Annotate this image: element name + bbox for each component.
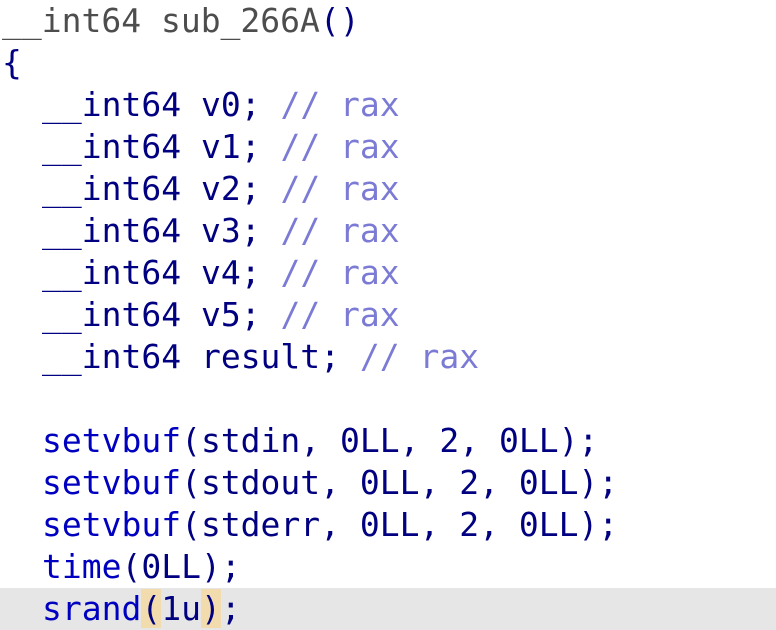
decl-comment: // rax [280, 169, 400, 208]
matched-close-paren: ) [200, 589, 221, 628]
declaration-line[interactable]: __int64 v5; // rax [0, 294, 776, 336]
call-function-name[interactable]: setvbuf [42, 463, 181, 502]
decl-comment: // rax [280, 253, 400, 292]
declaration-line[interactable]: __int64 v4; // rax [0, 252, 776, 294]
declaration-line[interactable]: __int64 v3; // rax [0, 210, 776, 252]
statement-line[interactable]: setvbuf(stdout, 0LL, 2, 0LL); [0, 462, 776, 504]
decl-semicolon: ; [320, 337, 341, 376]
decl-var-name[interactable]: v4 [201, 253, 241, 292]
decl-var-name[interactable]: v3 [201, 211, 241, 250]
statement-line[interactable]: setvbuf(stderr, 0LL, 2, 0LL); [0, 504, 776, 546]
decl-semicolon: ; [240, 169, 261, 208]
decl-comment: // rax [280, 85, 400, 124]
call-arguments[interactable]: (stdin, 0LL, 2, 0LL); [181, 421, 598, 460]
statement-semicolon: ; [220, 589, 241, 628]
current-line[interactable]: srand(1u); [0, 588, 776, 630]
return-type[interactable]: __int64 [2, 1, 141, 40]
decl-semicolon: ; [240, 85, 261, 124]
function-name[interactable]: sub_266A [161, 1, 320, 40]
decl-var-name[interactable]: v0 [201, 85, 241, 124]
decl-type[interactable]: __int64 [42, 85, 181, 124]
decl-comment: // rax [359, 337, 480, 376]
function-signature-line[interactable]: __int64 sub_266A() [0, 0, 776, 42]
decl-semicolon: ; [240, 253, 261, 292]
call-arguments[interactable]: (stderr, 0LL, 2, 0LL); [181, 505, 618, 544]
call-arguments[interactable]: (0LL); [121, 547, 240, 586]
declaration-line[interactable]: __int64 v2; // rax [0, 168, 776, 210]
call-function-name[interactable]: setvbuf [42, 421, 181, 460]
decl-type[interactable]: __int64 [42, 337, 181, 376]
matched-open-paren: ( [141, 589, 162, 628]
signature-parens: () [319, 1, 360, 40]
decl-comment: // rax [280, 127, 400, 166]
decl-comment: // rax [280, 295, 400, 334]
decl-type[interactable]: __int64 [42, 127, 181, 166]
decl-semicolon: ; [240, 295, 261, 334]
open-brace-line[interactable]: { [0, 42, 776, 84]
decl-var-name[interactable]: v5 [201, 295, 241, 334]
call-argument-value[interactable]: 1u [161, 589, 201, 628]
call-arguments[interactable]: (stdout, 0LL, 2, 0LL); [181, 463, 618, 502]
decl-var-name[interactable]: result [201, 337, 320, 376]
decl-type[interactable]: __int64 [42, 253, 181, 292]
call-function-name[interactable]: time [42, 547, 121, 586]
declaration-line[interactable]: __int64 result; // rax [0, 336, 776, 378]
declaration-line[interactable]: __int64 v0; // rax [0, 84, 776, 126]
decl-var-name[interactable]: v1 [201, 127, 241, 166]
blank-line[interactable] [0, 378, 776, 420]
call-function-name[interactable]: setvbuf [42, 505, 181, 544]
pseudocode-view[interactable]: __int64 sub_266A() { __int64 v0; // rax … [0, 0, 776, 630]
open-brace: { [2, 43, 22, 82]
call-function-name[interactable]: srand [42, 589, 141, 628]
decl-semicolon: ; [240, 127, 261, 166]
declaration-line[interactable]: __int64 v1; // rax [0, 126, 776, 168]
statement-line[interactable]: setvbuf(stdin, 0LL, 2, 0LL); [0, 420, 776, 462]
decl-type[interactable]: __int64 [42, 295, 181, 334]
statement-line[interactable]: time(0LL); [0, 546, 776, 588]
decl-type[interactable]: __int64 [42, 169, 181, 208]
decl-type[interactable]: __int64 [42, 211, 181, 250]
decl-var-name[interactable]: v2 [201, 169, 241, 208]
decl-semicolon: ; [240, 211, 261, 250]
decl-comment: // rax [280, 211, 400, 250]
